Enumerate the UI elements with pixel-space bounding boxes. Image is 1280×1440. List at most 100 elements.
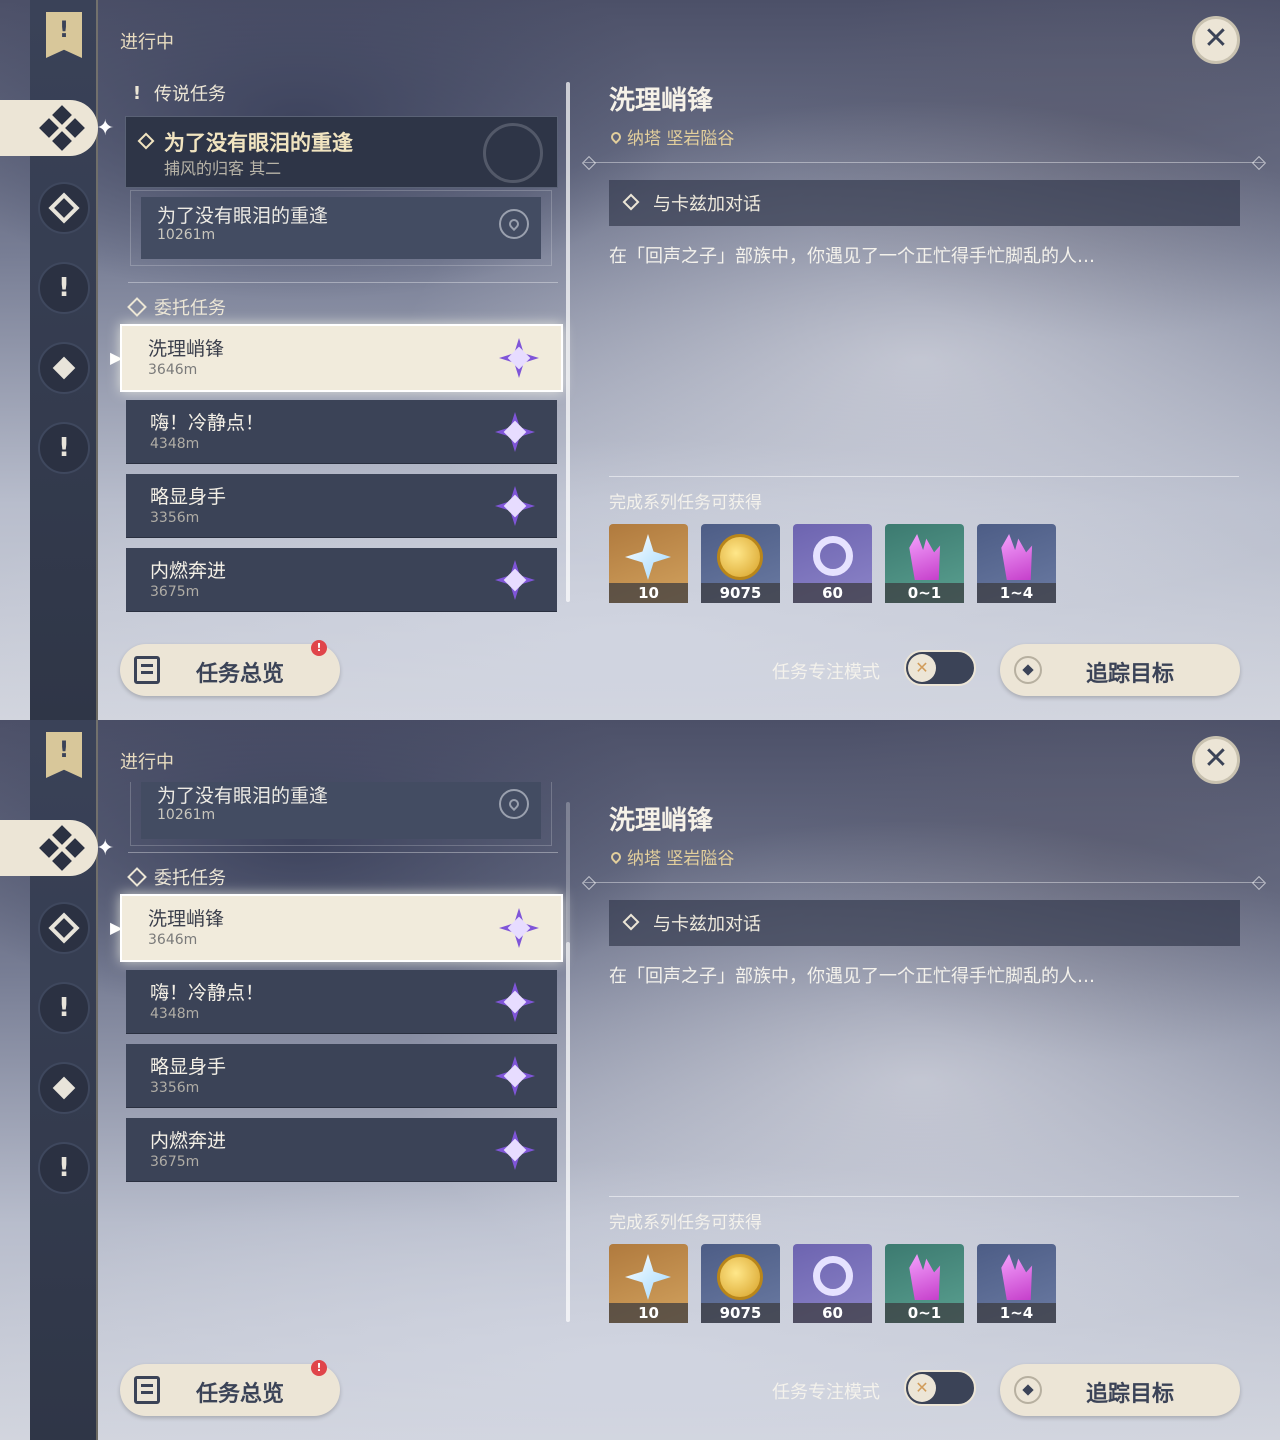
section-legend: ! 传说任务	[130, 80, 226, 106]
track-target-button[interactable]: 追踪目标	[1000, 644, 1240, 696]
reward-item[interactable]: 9075	[701, 524, 780, 603]
quest-overview-label: 任务总览	[196, 662, 285, 687]
reward-item[interactable]: 0~1	[885, 524, 964, 603]
nav-commission-selected[interactable]	[0, 100, 98, 156]
commission-icon	[127, 867, 147, 887]
commission-star-icon	[495, 412, 535, 452]
nav-story-quest[interactable]: !	[38, 982, 90, 1034]
section-commission: 委托任务	[127, 294, 226, 320]
focus-mode-toggle[interactable]: ✕	[904, 1370, 976, 1406]
reward-item[interactable]: 9075	[701, 1244, 780, 1323]
close-icon: ✕	[1203, 741, 1229, 776]
nav-commission-selected[interactable]	[0, 820, 98, 876]
legend-sub-quest[interactable]: 为了没有眼泪的重逢 10261m	[130, 190, 552, 266]
quest-screen-bottom: ! ✦ ! ! 进行中 为了没有眼泪的重逢 10261m 委托任务 ▶ 洗理峭锋…	[0, 720, 1280, 1440]
nav-story-quest[interactable]: !	[38, 262, 90, 314]
sparkle-icon: ✦	[96, 116, 115, 141]
objective-text: 与卡兹加对话	[653, 194, 761, 215]
detail-location-text: 纳塔 坚岩隘谷	[627, 129, 735, 149]
quest-item[interactable]: 洗理峭锋 3646m	[120, 324, 563, 392]
detail-title: 洗理峭锋	[609, 86, 714, 116]
commission-diamond-icon	[39, 105, 85, 151]
quest-item[interactable]: 嗨！冷静点！ 4348m	[126, 400, 557, 464]
reward-item[interactable]: 0~1	[885, 1244, 964, 1323]
quest-item[interactable]: 略显身手 3356m	[126, 474, 557, 538]
reward-item[interactable]: 60	[793, 1244, 872, 1323]
nav-world-quest[interactable]	[38, 342, 90, 394]
quest-overview-button[interactable]: 任务总览 !	[120, 1360, 340, 1416]
detail-location: 纳塔 坚岩隘谷	[608, 844, 735, 869]
world-quest-icon	[52, 1076, 76, 1100]
rewards-divider	[609, 476, 1239, 477]
objective-row: 与卡兹加对话	[609, 180, 1240, 226]
toggle-off-icon: ✕	[908, 654, 936, 682]
location-pin-icon[interactable]	[499, 209, 529, 239]
rewards-row: 10 9075 60 0~1 1~4	[609, 1244, 1056, 1323]
reward-count: 10	[609, 583, 688, 603]
nav-archon-quest[interactable]	[38, 902, 90, 954]
track-icon	[1014, 1376, 1042, 1404]
focus-mode-label: 任务专注模式	[772, 1382, 880, 1403]
location-pin-icon[interactable]	[499, 789, 529, 819]
quest-title: 略显身手	[150, 1056, 227, 1078]
exclamation-icon: !	[58, 993, 70, 1023]
legend-quest-title: 为了没有眼泪的重逢	[164, 131, 353, 155]
close-button[interactable]: ✕	[1192, 736, 1240, 784]
nav-event-quest[interactable]: !	[38, 1142, 90, 1194]
nav-event-quest[interactable]: !	[38, 422, 90, 474]
quest-book-icon	[134, 1376, 160, 1404]
crystal-icon	[909, 534, 941, 580]
rewards-label: 完成系列任务可获得	[609, 493, 762, 513]
quest-title: 略显身手	[150, 486, 227, 508]
quest-item[interactable]: 嗨！冷静点！ 4348m	[126, 970, 557, 1034]
reward-item[interactable]: 1~4	[977, 1244, 1056, 1323]
nav-archon-quest[interactable]	[38, 182, 90, 234]
commission-star-icon	[495, 982, 535, 1022]
track-target-button[interactable]: 追踪目标	[1000, 1364, 1240, 1416]
reward-count: 9075	[701, 583, 780, 603]
track-target-label: 追踪目标	[1086, 662, 1175, 687]
reward-item[interactable]: 1~4	[977, 524, 1056, 603]
legend-icon: !	[132, 82, 142, 104]
reward-item[interactable]: 60	[793, 524, 872, 603]
legend-sub-quest[interactable]: 为了没有眼泪的重逢 10261m	[130, 782, 552, 846]
nav-world-quest[interactable]	[38, 1062, 90, 1114]
track-icon	[1014, 656, 1042, 684]
crystal-cluster-icon	[1001, 534, 1033, 580]
quest-list-scrollbar[interactable]	[566, 82, 570, 602]
detail-location: 纳塔 坚岩隘谷	[608, 124, 735, 149]
reward-count: 0~1	[885, 583, 964, 603]
close-button[interactable]: ✕	[1192, 16, 1240, 64]
location-icon	[608, 129, 624, 144]
in-progress-heading: 进行中	[120, 752, 174, 773]
quest-item[interactable]: 内燃奔进 3675m	[126, 1118, 557, 1182]
legend-diamond-icon	[137, 132, 155, 150]
track-target-label: 追踪目标	[1086, 1382, 1175, 1407]
detail-location-text: 纳塔 坚岩隘谷	[627, 849, 735, 869]
reward-item[interactable]: 10	[609, 524, 688, 603]
quest-item[interactable]: 内燃奔进 3675m	[126, 548, 557, 612]
reward-count: 60	[793, 583, 872, 603]
reward-count: 10	[609, 1303, 688, 1323]
objective-row: 与卡兹加对话	[609, 900, 1240, 946]
quest-description: 在「回声之子」部族中，你遇见了一个正忙得手忙脚乱的人…	[609, 246, 1095, 267]
quest-item[interactable]: 洗理峭锋 3646m	[120, 894, 563, 962]
commission-star-icon	[495, 1056, 535, 1096]
reward-item[interactable]: 10	[609, 1244, 688, 1323]
quest-overview-button[interactable]: 任务总览 !	[120, 640, 340, 696]
section-divider	[128, 852, 558, 853]
quest-screen-top: ! ✦ ! ! 进行中 ! 传说任务 为了没有眼泪的重逢 捕风的归客 其二 为了没…	[0, 0, 1280, 720]
rewards-row: 10 9075 60 0~1 1~4	[609, 524, 1056, 603]
sparkle-icon: ✦	[96, 836, 115, 861]
focus-mode-toggle[interactable]: ✕	[904, 650, 976, 686]
exclamation-icon: !	[58, 1153, 70, 1183]
quest-title: 嗨！冷静点！	[150, 982, 265, 1004]
close-icon: ✕	[1203, 21, 1229, 56]
quest-title: 内燃奔进	[150, 1130, 227, 1152]
section-legend-label: 传说任务	[154, 84, 226, 105]
legend-quest-card[interactable]: 为了没有眼泪的重逢 捕风的归客 其二	[125, 116, 558, 188]
quest-list-scrollbar[interactable]	[566, 802, 570, 1322]
commission-star-icon	[499, 908, 539, 948]
archon-icon	[48, 912, 80, 944]
quest-item[interactable]: 略显身手 3356m	[126, 1044, 557, 1108]
